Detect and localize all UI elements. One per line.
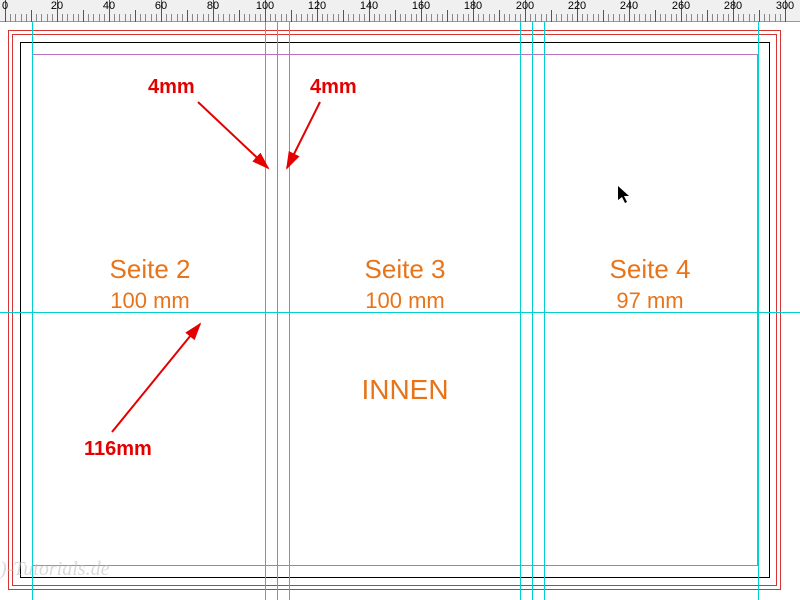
ruler-tick-label: 260 [672,0,690,12]
page-label-3: Seite 4 [610,254,691,285]
inner-label: INNEN [361,374,448,406]
ruler-tick-label: 280 [724,0,742,12]
ruler-tick-label: 120 [308,0,326,12]
guide-v [277,22,278,600]
ruler-tick-label: 20 [51,0,63,12]
annotation-116mm: 116mm [84,438,152,461]
guide-v [520,22,521,600]
ruler-tick-label: 200 [516,0,534,12]
ruler-tick-label: 300 [776,0,794,12]
guide-v [532,22,533,600]
page-width-1: 100 mm [110,288,189,314]
page-width-3: 97 mm [616,288,683,314]
ruler-tick-label: 80 [207,0,219,12]
ruler-tick-label: 140 [360,0,378,12]
annotation-gap-left: 4mm [148,76,195,99]
canvas-area: 4mm 4mm 116mm Seite 2 100 mm Seite 3 100… [0,22,800,600]
horizontal-ruler: 0 20 40 60 80 100 120 140 160 180 200 220 240 260 280 3… [0,0,800,22]
page-label-2: Seite 3 [365,254,446,285]
cursor-icon [618,186,632,209]
guide-v [758,22,759,600]
page-label-1: Seite 2 [110,254,191,285]
guide-v [32,22,33,600]
ruler-tick-label: 240 [620,0,638,12]
annotation-gap-right: 4mm [310,76,357,99]
guide-v [289,22,290,600]
watermark-text: )-Tutorials.de [0,558,109,581]
ruler-tick-label: 220 [568,0,586,12]
ruler-tick-label: 180 [464,0,482,12]
page-width-2: 100 mm [365,288,444,314]
ruler-tick-label: 100 [256,0,274,12]
guide-v [544,22,545,600]
ruler-tick-label: 40 [103,0,115,12]
ruler-tick-label: 160 [412,0,430,12]
ruler-tick-label: 60 [155,0,167,12]
guide-v [265,22,266,600]
ruler-tick-label: 0 [2,0,8,12]
